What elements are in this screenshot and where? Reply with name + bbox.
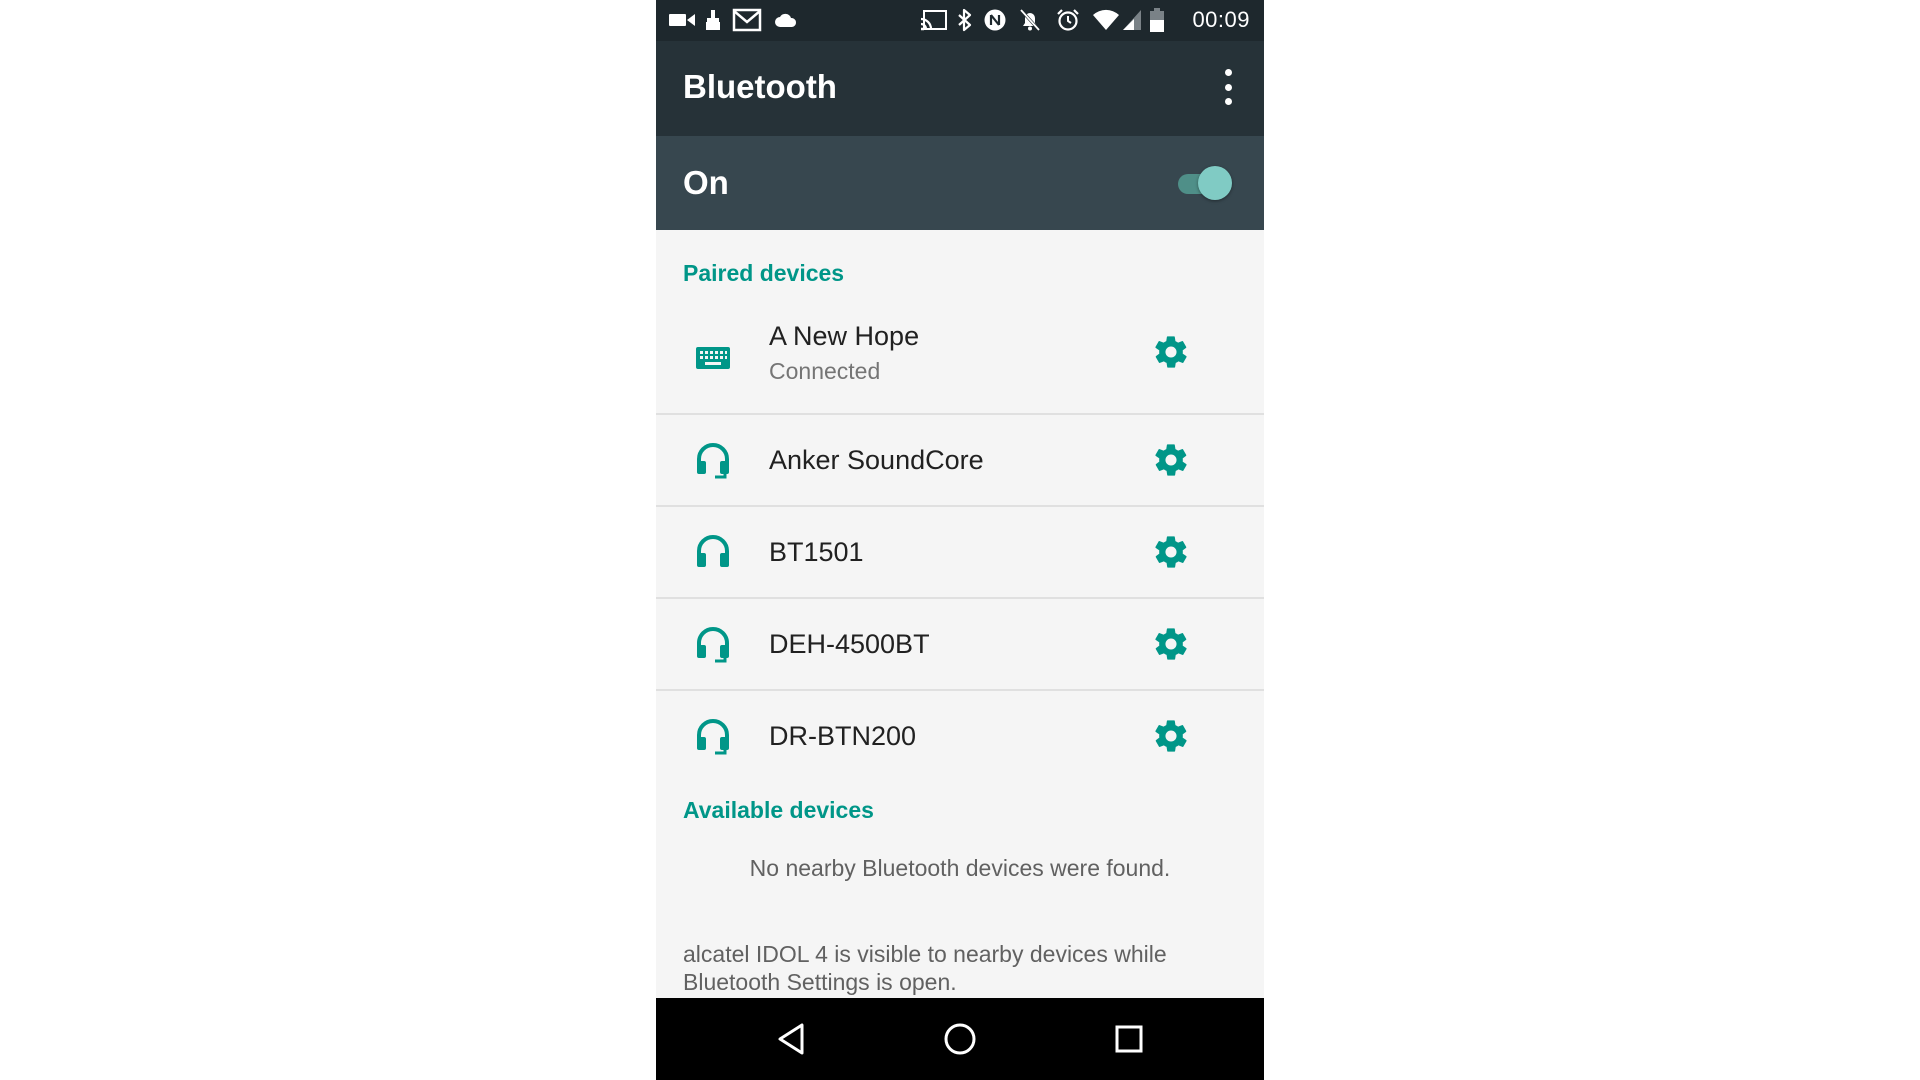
cleaner-icon [704,8,722,32]
headset-icon [694,717,732,755]
page-title: Bluetooth [683,68,837,105]
status-time: 00:09 [1192,7,1250,32]
navigation-bar [656,998,1264,1080]
device-name: Anker SoundCore [769,445,984,475]
headset-icon [694,441,732,479]
recents-icon[interactable] [1108,1018,1150,1060]
gear-icon[interactable] [1152,441,1190,479]
back-icon[interactable] [771,1018,813,1060]
headset-icon [694,625,732,663]
bluetooth-toggle[interactable] [1178,166,1232,200]
phone-screen: 00:09 Bluetooth On Paired devices A New … [656,0,1264,1080]
device-name: DEH-4500BT [769,629,930,659]
device-row-a-new-hope[interactable]: A New Hope Connected [656,303,1264,413]
device-row-deh-4500bt[interactable]: DEH-4500BT [656,599,1264,689]
keyboard-icon [694,339,732,377]
gmail-icon [732,8,762,32]
wifi-icon [1092,8,1120,32]
device-name: DR-BTN200 [769,721,917,751]
device-status: Connected [769,358,881,384]
gear-icon[interactable] [1152,333,1190,371]
home-icon[interactable] [939,1018,981,1060]
battery-icon [1150,8,1164,32]
switch-label: On [683,164,729,201]
device-name: A New Hope [769,321,920,351]
visibility-note: alcatel IDOL 4 is visible to nearby devi… [683,941,1167,995]
device-row-bt1501[interactable]: BT1501 [656,507,1264,597]
app-toolbar: Bluetooth [656,41,1264,136]
nfc-icon [983,8,1007,32]
gear-icon[interactable] [1152,625,1190,663]
signal-icon [1122,8,1142,32]
toggle-thumb [1198,166,1232,200]
device-row-dr-btn200[interactable]: DR-BTN200 [656,691,1264,781]
no-devices-message: No nearby Bluetooth devices were found. [749,855,1171,881]
bluetooth-icon [956,8,974,32]
cloud-icon [774,8,798,32]
device-row-anker-soundcore[interactable]: Anker SoundCore [656,415,1264,505]
cast-icon [920,8,948,32]
status-bar: 00:09 [656,0,1264,41]
device-name: BT1501 [769,537,864,567]
available-devices-header: Available devices [683,797,874,823]
gear-icon[interactable] [1152,533,1190,571]
bluetooth-switch-bar[interactable]: On [656,136,1264,230]
gear-icon[interactable] [1152,717,1190,755]
paired-devices-header: Paired devices [683,260,845,286]
more-vert-icon[interactable] [1214,69,1242,105]
alarm-icon [1056,8,1080,32]
video-icon [668,8,696,32]
notifications-off-icon [1018,8,1042,32]
headphones-icon [694,533,732,571]
